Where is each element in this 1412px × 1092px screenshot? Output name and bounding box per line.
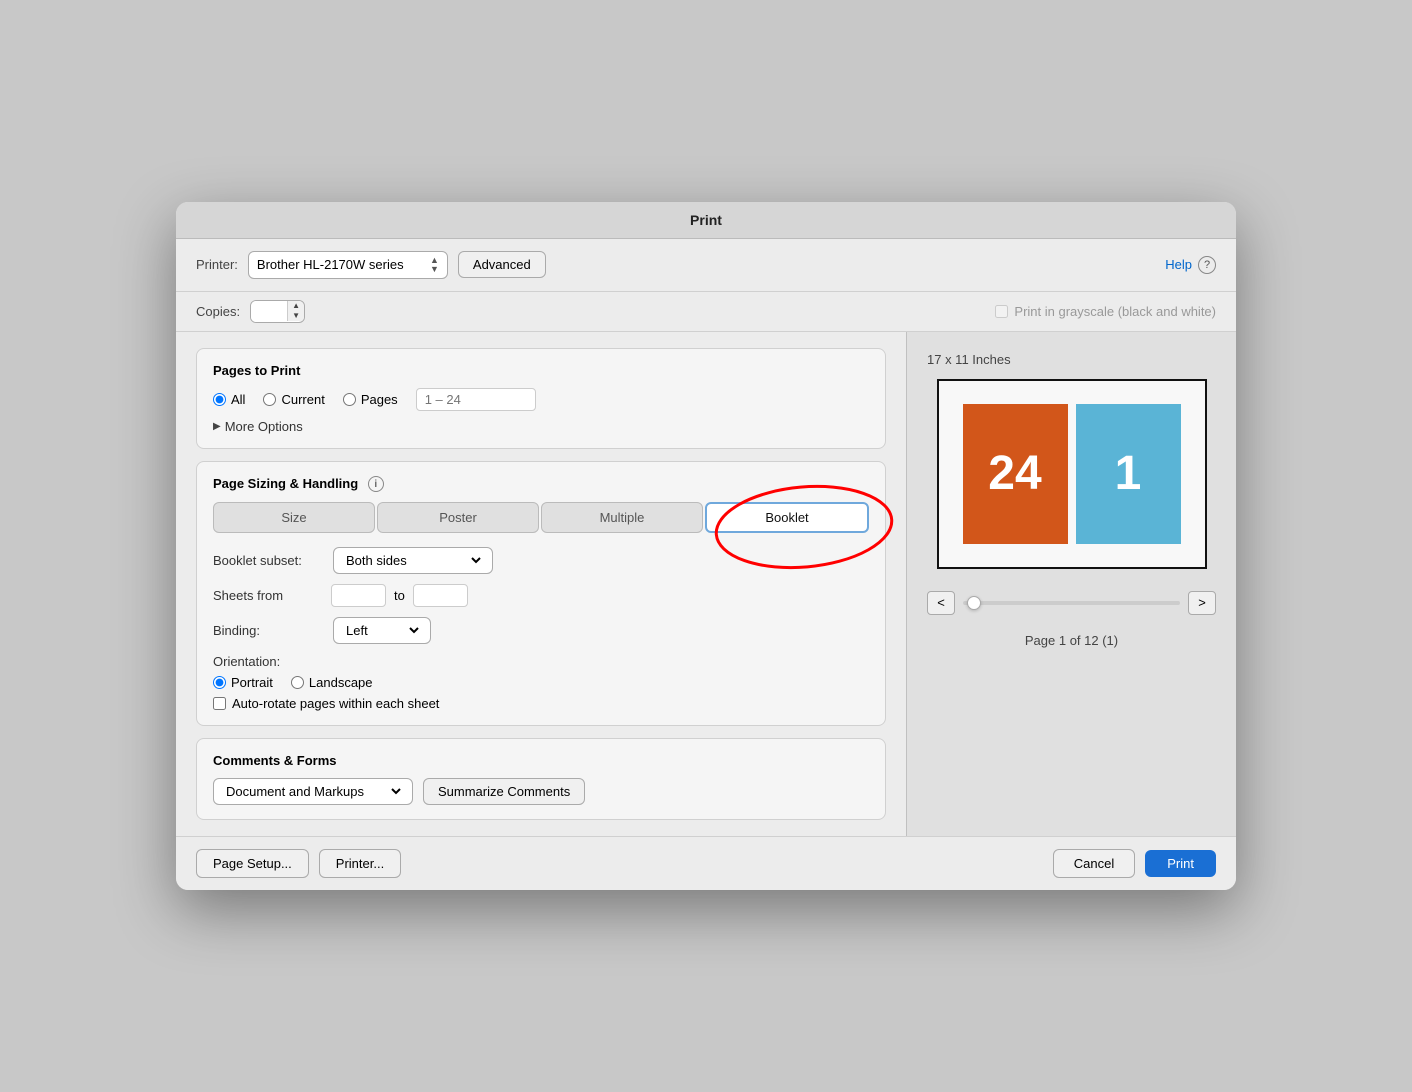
help-label: Help <box>1165 257 1192 272</box>
sheets-from-input[interactable]: 1 <box>331 584 386 607</box>
auto-rotate-row[interactable]: Auto-rotate pages within each sheet <box>213 696 869 711</box>
main-content: Pages to Print All Current Pages <box>176 332 1236 837</box>
portrait-radio-label[interactable]: Portrait <box>213 675 273 690</box>
copies-bar: Copies: 1 ▲ ▼ Print in grayscale (black … <box>176 292 1236 332</box>
sheets-to-label: to <box>394 588 405 603</box>
copies-stepper: ▲ ▼ <box>287 301 304 321</box>
binding-select-wrap[interactable]: Left Right <box>333 617 431 644</box>
booklet-subset-row: Booklet subset: Both sides Front side on… <box>213 547 869 574</box>
printer-stepper[interactable]: ▲▼ <box>430 256 439 274</box>
orientation-label: Orientation: <box>213 654 869 669</box>
right-panel: 17 x 11 Inches 24 1 < > Page 1 of 12 (1) <box>906 332 1236 837</box>
sizing-section: Page Sizing & Handling i Size Poster Mul… <box>196 461 886 727</box>
summarize-button[interactable]: Summarize Comments <box>423 778 585 805</box>
binding-row: Binding: Left Right <box>213 617 869 644</box>
comments-section-title: Comments & Forms <box>213 753 869 768</box>
landscape-radio-label[interactable]: Landscape <box>291 675 373 690</box>
auto-rotate-checkbox[interactable] <box>213 697 226 710</box>
comments-section: Comments & Forms Document and Markups Do… <box>196 738 886 820</box>
info-icon: i <box>368 476 384 492</box>
all-label: All <box>231 392 245 407</box>
tab-size[interactable]: Size <box>213 502 375 533</box>
printer-button[interactable]: Printer... <box>319 849 401 878</box>
advanced-button[interactable]: Advanced <box>458 251 546 278</box>
current-radio-label[interactable]: Current <box>263 392 324 407</box>
pages-row: All Current Pages <box>213 388 869 411</box>
preview-size-label: 17 x 11 Inches <box>927 352 1011 367</box>
more-options-triangle: ▶ <box>213 421 221 432</box>
tab-poster[interactable]: Poster <box>377 502 539 533</box>
title-bar: Print <box>176 202 1236 239</box>
auto-rotate-label: Auto-rotate pages within each sheet <box>232 696 439 711</box>
current-label: Current <box>281 392 324 407</box>
comments-select[interactable]: Document and Markups Document Form Field… <box>222 783 404 800</box>
help-icon: ? <box>1198 256 1216 274</box>
binding-label: Binding: <box>213 623 323 638</box>
more-options[interactable]: ▶ More Options <box>213 419 869 434</box>
page-slider[interactable] <box>963 601 1180 605</box>
sheets-to-input[interactable]: 6 <box>413 584 468 607</box>
binding-select[interactable]: Left Right <box>342 622 422 639</box>
booklet-subset-select-wrap[interactable]: Both sides Front side only Back side onl… <box>333 547 493 574</box>
booklet-subset-label: Booklet subset: <box>213 553 323 568</box>
pages-section: Pages to Print All Current Pages <box>196 348 886 449</box>
sizing-section-title: Page Sizing & Handling i <box>213 476 869 493</box>
help-link[interactable]: Help ? <box>1165 256 1216 274</box>
copies-input-wrap: 1 ▲ ▼ <box>250 300 305 323</box>
printer-select[interactable]: Brother HL-2170W series ▲▼ <box>248 251 448 279</box>
landscape-radio[interactable] <box>291 676 304 689</box>
all-radio[interactable] <box>213 393 226 406</box>
cancel-button[interactable]: Cancel <box>1053 849 1135 878</box>
dialog-title: Print <box>690 212 722 228</box>
top-bar: Printer: Brother HL-2170W series ▲▼ Adva… <box>176 239 1236 292</box>
grayscale-label[interactable]: Print in grayscale (black and white) <box>995 304 1216 319</box>
pages-radio[interactable] <box>343 393 356 406</box>
preview-page-left: 24 <box>963 404 1068 544</box>
copies-decrement[interactable]: ▼ <box>288 311 304 321</box>
all-radio-label[interactable]: All <box>213 392 245 407</box>
print-button[interactable]: Print <box>1145 850 1216 877</box>
more-options-label: More Options <box>225 419 303 434</box>
comments-select-wrap[interactable]: Document and Markups Document Form Field… <box>213 778 413 805</box>
left-panel: Pages to Print All Current Pages <box>176 332 906 837</box>
orientation-section: Orientation: Portrait Landscape <box>213 654 869 711</box>
copies-increment[interactable]: ▲ <box>288 301 304 311</box>
pages-radio-label[interactable]: Pages <box>343 392 398 407</box>
tab-booklet[interactable]: Booklet <box>705 502 869 533</box>
slider-thumb <box>967 596 981 610</box>
current-radio[interactable] <box>263 393 276 406</box>
next-page-button[interactable]: > <box>1188 591 1216 615</box>
portrait-label: Portrait <box>231 675 273 690</box>
preview-box: 24 1 <box>937 379 1207 569</box>
print-dialog: Print Printer: Brother HL-2170W series ▲… <box>176 202 1236 891</box>
page-setup-button[interactable]: Page Setup... <box>196 849 309 878</box>
sheets-row: Sheets from 1 to 6 <box>213 584 869 607</box>
printer-label: Printer: <box>196 257 238 272</box>
portrait-radio[interactable] <box>213 676 226 689</box>
tab-multiple[interactable]: Multiple <box>541 502 703 533</box>
pages-label: Pages <box>361 392 398 407</box>
preview-nav-row: < > <box>927 591 1216 615</box>
tab-bar: Size Poster Multiple Booklet <box>213 502 869 533</box>
comments-row: Document and Markups Document Form Field… <box>213 778 869 805</box>
page-info: Page 1 of 12 (1) <box>1025 633 1118 648</box>
orientation-row: Portrait Landscape <box>213 675 869 690</box>
preview-page-right: 1 <box>1076 404 1181 544</box>
printer-select-value: Brother HL-2170W series <box>257 257 426 272</box>
prev-page-button[interactable]: < <box>927 591 955 615</box>
pages-range-input[interactable] <box>416 388 536 411</box>
grayscale-checkbox[interactable] <box>995 305 1008 318</box>
landscape-label: Landscape <box>309 675 373 690</box>
tab-bar-wrap: Size Poster Multiple Booklet <box>213 502 869 533</box>
booklet-subset-select[interactable]: Both sides Front side only Back side onl… <box>342 552 484 569</box>
copies-input[interactable]: 1 <box>251 301 287 322</box>
pages-section-title: Pages to Print <box>213 363 869 378</box>
bottom-bar: Page Setup... Printer... Cancel Print <box>176 836 1236 890</box>
sheets-from-label: Sheets from <box>213 588 323 603</box>
copies-label: Copies: <box>196 304 240 319</box>
